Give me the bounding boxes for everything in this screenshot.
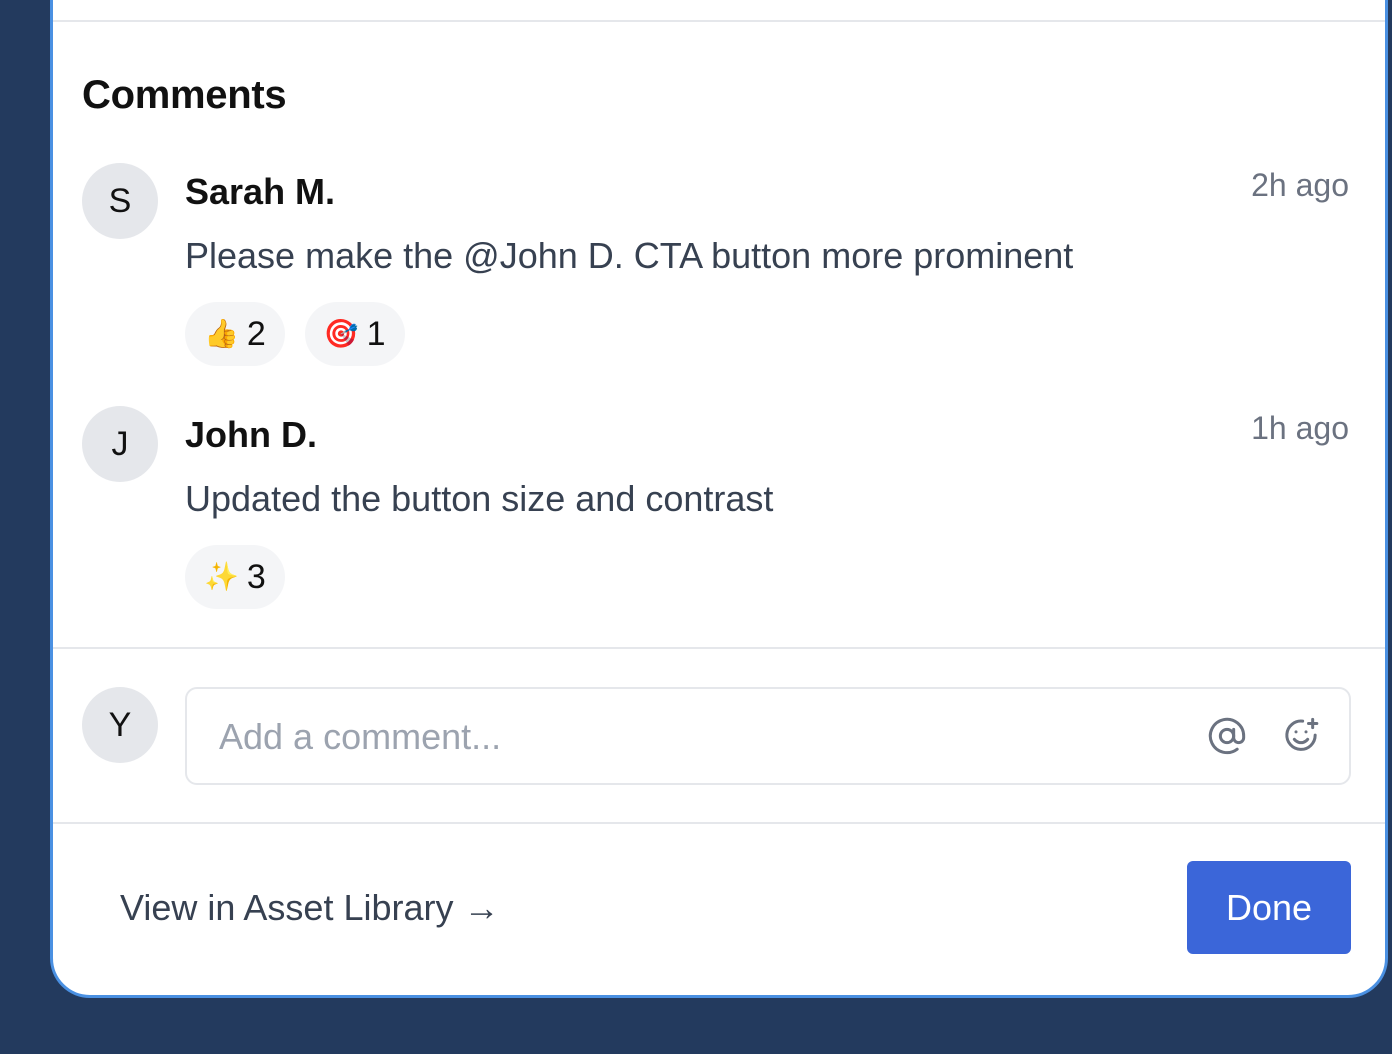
reaction-sparkles[interactable]: ✨ 3	[185, 545, 285, 609]
sparkles-icon: ✨	[204, 561, 239, 592]
comment-composer	[185, 687, 1351, 785]
thumbs-up-icon: 👍	[204, 318, 239, 349]
avatar: J	[82, 406, 158, 482]
target-icon: 🎯	[323, 318, 359, 349]
reaction-target[interactable]: 🎯 1	[304, 302, 405, 366]
view-in-asset-library-link[interactable]: View in Asset Library →	[120, 887, 500, 929]
comment-text: Please make the @John D. CTA button more…	[185, 235, 1074, 276]
comment-author: Sarah M.	[185, 171, 336, 212]
current-user-avatar: Y	[82, 687, 158, 763]
comment-input[interactable]	[217, 689, 1161, 785]
reaction-thumbs-up[interactable]: 👍 2	[185, 302, 285, 366]
comment-text: Updated the button size and contrast	[185, 478, 774, 519]
reaction-count: 2	[246, 314, 266, 353]
reactions-row: ✨ 3	[185, 545, 285, 609]
comment-timestamp: 2h ago	[1251, 167, 1349, 203]
add-emoji-icon[interactable]	[1281, 716, 1321, 756]
top-divider	[53, 20, 1385, 22]
avatar: S	[82, 163, 158, 239]
asset-detail-panel: Comments S Sarah M. 2h ago Please make t…	[50, 0, 1388, 998]
comments-title: Comments	[82, 73, 287, 117]
done-button[interactable]: Done	[1187, 861, 1351, 954]
composer-divider	[53, 647, 1385, 649]
comment-timestamp: 1h ago	[1251, 410, 1349, 446]
reaction-count: 3	[246, 557, 266, 596]
reaction-count: 1	[366, 314, 386, 353]
at-icon[interactable]	[1207, 716, 1247, 756]
comment-author: John D.	[185, 414, 317, 455]
footer-divider	[53, 822, 1385, 824]
reactions-row: 👍 2 🎯 1	[185, 302, 405, 366]
